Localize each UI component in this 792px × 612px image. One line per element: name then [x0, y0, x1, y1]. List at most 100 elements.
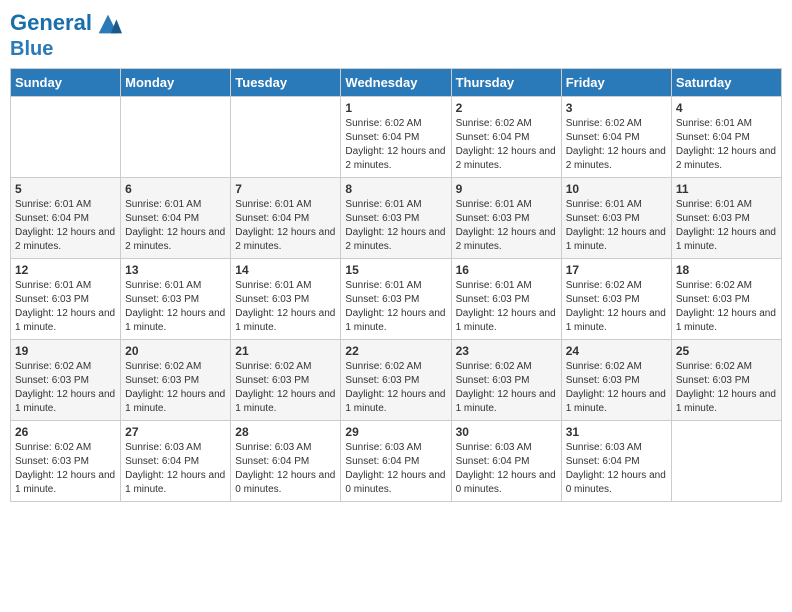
weekday-header: Tuesday [231, 69, 341, 97]
sunrise-label: Sunrise: 6:03 AM [125, 442, 201, 453]
calendar-cell: 12 Sunrise: 6:01 AM Sunset: 6:03 PM Dayl… [11, 259, 121, 340]
sunrise-label: Sunrise: 6:01 AM [456, 280, 532, 291]
day-number: 24 [566, 344, 667, 358]
sunset-label: Sunset: 6:03 PM [566, 213, 640, 224]
sunrise-label: Sunrise: 6:02 AM [456, 118, 532, 129]
calendar-cell: 6 Sunrise: 6:01 AM Sunset: 6:04 PM Dayli… [121, 178, 231, 259]
sunset-label: Sunset: 6:03 PM [456, 375, 530, 386]
calendar-cell: 16 Sunrise: 6:01 AM Sunset: 6:03 PM Dayl… [451, 259, 561, 340]
sunrise-label: Sunrise: 6:03 AM [566, 442, 642, 453]
sunrise-label: Sunrise: 6:03 AM [345, 442, 421, 453]
day-info: Sunrise: 6:02 AM Sunset: 6:04 PM Dayligh… [345, 117, 446, 173]
day-number: 15 [345, 263, 446, 277]
calendar-cell: 15 Sunrise: 6:01 AM Sunset: 6:03 PM Dayl… [341, 259, 451, 340]
day-info: Sunrise: 6:01 AM Sunset: 6:03 PM Dayligh… [676, 198, 777, 254]
day-info: Sunrise: 6:02 AM Sunset: 6:03 PM Dayligh… [676, 279, 777, 335]
day-number: 27 [125, 425, 226, 439]
daylight-label: Daylight: 12 hours and 1 minute. [456, 308, 556, 333]
sunrise-label: Sunrise: 6:01 AM [125, 280, 201, 291]
daylight-label: Daylight: 12 hours and 1 minute. [456, 389, 556, 414]
day-info: Sunrise: 6:02 AM Sunset: 6:03 PM Dayligh… [676, 360, 777, 416]
day-info: Sunrise: 6:02 AM Sunset: 6:03 PM Dayligh… [15, 360, 116, 416]
day-number: 12 [15, 263, 116, 277]
weekday-header: Sunday [11, 69, 121, 97]
sunset-label: Sunset: 6:04 PM [566, 132, 640, 143]
daylight-label: Daylight: 12 hours and 2 minutes. [15, 227, 115, 252]
daylight-label: Daylight: 12 hours and 1 minute. [345, 389, 445, 414]
daylight-label: Daylight: 12 hours and 1 minute. [676, 227, 776, 252]
calendar-cell: 29 Sunrise: 6:03 AM Sunset: 6:04 PM Dayl… [341, 421, 451, 502]
day-number: 30 [456, 425, 557, 439]
day-number: 14 [235, 263, 336, 277]
calendar-cell: 4 Sunrise: 6:01 AM Sunset: 6:04 PM Dayli… [671, 97, 781, 178]
daylight-label: Daylight: 12 hours and 2 minutes. [456, 227, 556, 252]
logo-blue: Blue [10, 38, 122, 60]
daylight-label: Daylight: 12 hours and 1 minute. [15, 389, 115, 414]
sunset-label: Sunset: 6:03 PM [345, 375, 419, 386]
calendar-cell: 20 Sunrise: 6:02 AM Sunset: 6:03 PM Dayl… [121, 340, 231, 421]
day-number: 21 [235, 344, 336, 358]
day-info: Sunrise: 6:02 AM Sunset: 6:03 PM Dayligh… [345, 360, 446, 416]
weekday-header-row: SundayMondayTuesdayWednesdayThursdayFrid… [11, 69, 782, 97]
day-number: 16 [456, 263, 557, 277]
sunrise-label: Sunrise: 6:02 AM [15, 442, 91, 453]
calendar-cell: 26 Sunrise: 6:02 AM Sunset: 6:03 PM Dayl… [11, 421, 121, 502]
sunrise-label: Sunrise: 6:01 AM [345, 199, 421, 210]
day-info: Sunrise: 6:02 AM Sunset: 6:03 PM Dayligh… [235, 360, 336, 416]
sunrise-label: Sunrise: 6:01 AM [15, 280, 91, 291]
day-number: 1 [345, 101, 446, 115]
day-number: 17 [566, 263, 667, 277]
calendar-table: SundayMondayTuesdayWednesdayThursdayFrid… [10, 68, 782, 502]
day-info: Sunrise: 6:01 AM Sunset: 6:04 PM Dayligh… [125, 198, 226, 254]
calendar-cell: 23 Sunrise: 6:02 AM Sunset: 6:03 PM Dayl… [451, 340, 561, 421]
sunrise-label: Sunrise: 6:01 AM [676, 199, 752, 210]
sunrise-label: Sunrise: 6:01 AM [235, 280, 311, 291]
daylight-label: Daylight: 12 hours and 0 minutes. [235, 470, 335, 495]
calendar-cell: 2 Sunrise: 6:02 AM Sunset: 6:04 PM Dayli… [451, 97, 561, 178]
logo: General Blue [10, 10, 122, 60]
sunset-label: Sunset: 6:03 PM [15, 375, 89, 386]
daylight-label: Daylight: 12 hours and 2 minutes. [235, 227, 335, 252]
calendar-cell: 27 Sunrise: 6:03 AM Sunset: 6:04 PM Dayl… [121, 421, 231, 502]
day-number: 6 [125, 182, 226, 196]
day-number: 4 [676, 101, 777, 115]
daylight-label: Daylight: 12 hours and 1 minute. [15, 308, 115, 333]
sunrise-label: Sunrise: 6:01 AM [566, 199, 642, 210]
calendar-cell [121, 97, 231, 178]
daylight-label: Daylight: 12 hours and 1 minute. [566, 227, 666, 252]
calendar-cell: 28 Sunrise: 6:03 AM Sunset: 6:04 PM Dayl… [231, 421, 341, 502]
calendar-cell: 14 Sunrise: 6:01 AM Sunset: 6:03 PM Dayl… [231, 259, 341, 340]
weekday-header: Thursday [451, 69, 561, 97]
day-info: Sunrise: 6:03 AM Sunset: 6:04 PM Dayligh… [125, 441, 226, 497]
sunrise-label: Sunrise: 6:02 AM [125, 361, 201, 372]
calendar-cell: 22 Sunrise: 6:02 AM Sunset: 6:03 PM Dayl… [341, 340, 451, 421]
daylight-label: Daylight: 12 hours and 1 minute. [345, 308, 445, 333]
sunset-label: Sunset: 6:03 PM [456, 213, 530, 224]
day-number: 9 [456, 182, 557, 196]
sunset-label: Sunset: 6:03 PM [345, 294, 419, 305]
day-number: 29 [345, 425, 446, 439]
sunrise-label: Sunrise: 6:02 AM [235, 361, 311, 372]
weekday-header: Wednesday [341, 69, 451, 97]
daylight-label: Daylight: 12 hours and 1 minute. [15, 470, 115, 495]
sunset-label: Sunset: 6:03 PM [566, 294, 640, 305]
day-info: Sunrise: 6:02 AM Sunset: 6:04 PM Dayligh… [566, 117, 667, 173]
calendar-week-row: 5 Sunrise: 6:01 AM Sunset: 6:04 PM Dayli… [11, 178, 782, 259]
day-info: Sunrise: 6:01 AM Sunset: 6:04 PM Dayligh… [676, 117, 777, 173]
calendar-cell: 31 Sunrise: 6:03 AM Sunset: 6:04 PM Dayl… [561, 421, 671, 502]
sunset-label: Sunset: 6:04 PM [15, 213, 89, 224]
sunset-label: Sunset: 6:03 PM [676, 375, 750, 386]
sunset-label: Sunset: 6:04 PM [676, 132, 750, 143]
day-number: 25 [676, 344, 777, 358]
sunset-label: Sunset: 6:04 PM [345, 132, 419, 143]
calendar-cell: 21 Sunrise: 6:02 AM Sunset: 6:03 PM Dayl… [231, 340, 341, 421]
calendar-cell: 24 Sunrise: 6:02 AM Sunset: 6:03 PM Dayl… [561, 340, 671, 421]
weekday-header: Friday [561, 69, 671, 97]
daylight-label: Daylight: 12 hours and 1 minute. [125, 389, 225, 414]
day-number: 13 [125, 263, 226, 277]
sunrise-label: Sunrise: 6:01 AM [456, 199, 532, 210]
day-number: 10 [566, 182, 667, 196]
daylight-label: Daylight: 12 hours and 2 minutes. [566, 146, 666, 171]
daylight-label: Daylight: 12 hours and 1 minute. [235, 389, 335, 414]
calendar-cell: 11 Sunrise: 6:01 AM Sunset: 6:03 PM Dayl… [671, 178, 781, 259]
